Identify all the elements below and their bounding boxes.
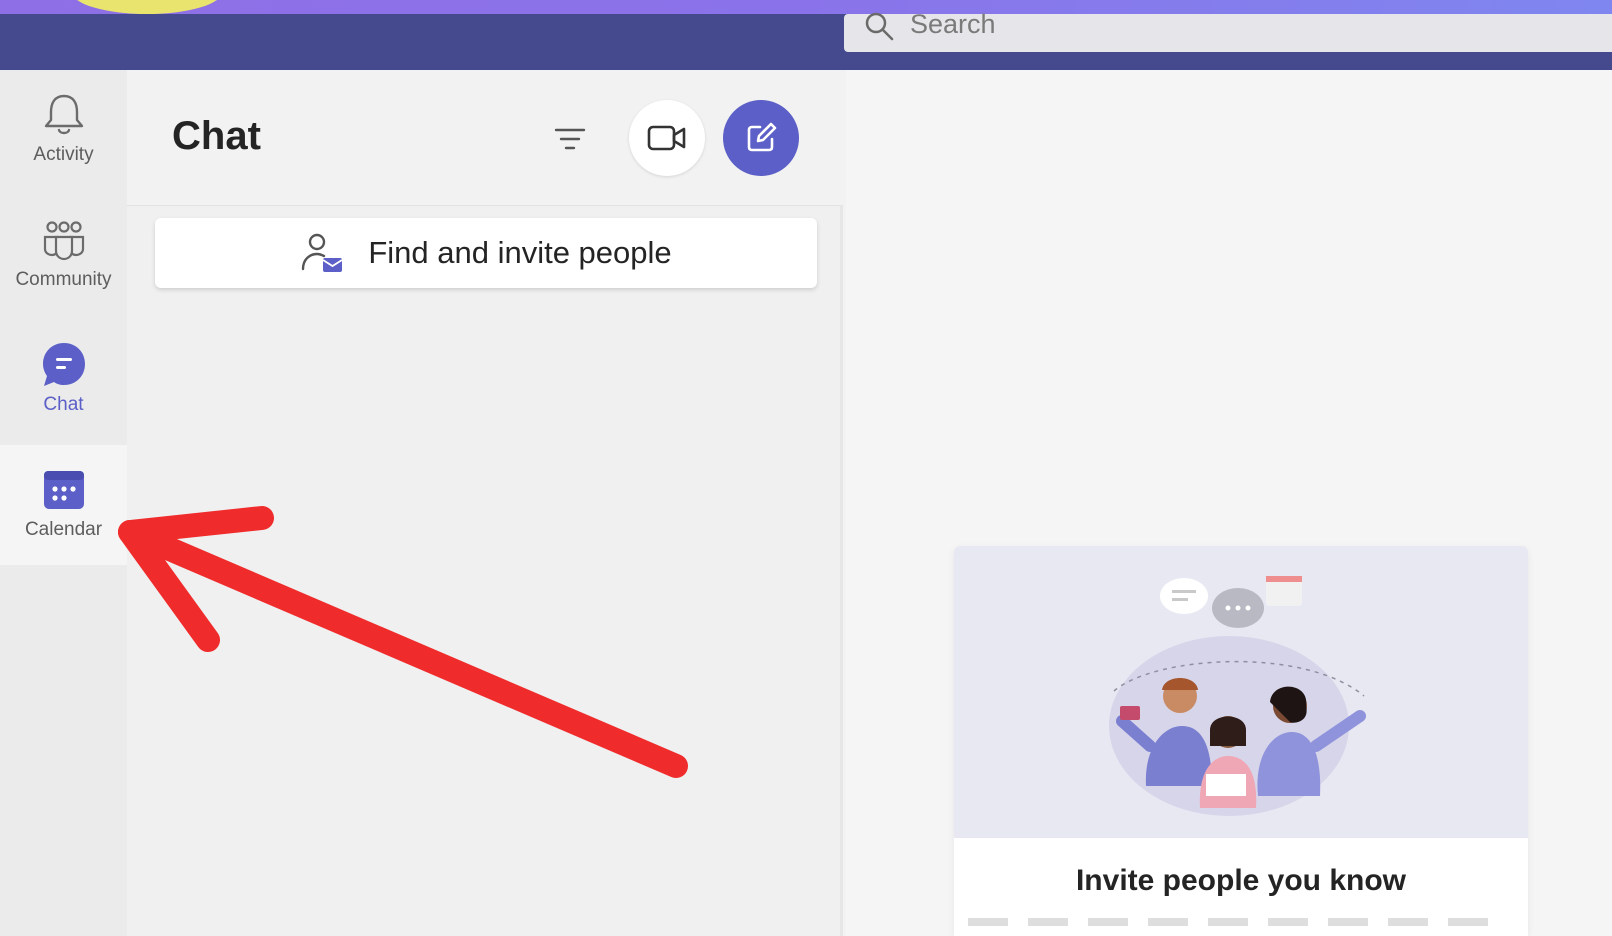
new-chat-button[interactable] — [723, 100, 799, 176]
new-chat-icon — [747, 122, 777, 152]
search-box[interactable]: Search — [844, 9, 1612, 52]
people-illustration-icon — [1109, 576, 1366, 816]
bell-icon — [44, 94, 83, 135]
community-icon — [43, 221, 84, 261]
rail-item-activity[interactable]: Activity — [0, 70, 127, 190]
invite-card: Invite people you know — [954, 546, 1528, 936]
rail-item-community[interactable]: Community — [0, 195, 127, 315]
video-camera-icon — [647, 125, 686, 151]
rail-label-activity: Activity — [33, 144, 94, 165]
invite-person-icon — [302, 233, 343, 272]
top-accent-strip — [0, 0, 1612, 14]
app-rail: Activity Community Chat Calendar — [0, 70, 127, 936]
invite-illustration — [954, 546, 1528, 838]
find-invite-people-label: Find and invite people — [368, 235, 672, 270]
rail-item-chat[interactable]: Chat — [0, 320, 127, 440]
rail-label-community: Community — [15, 269, 112, 290]
calendar-icon — [43, 471, 84, 509]
filter-icon — [554, 128, 586, 150]
chat-icon — [42, 343, 85, 386]
find-invite-people-button[interactable]: Find and invite people — [155, 218, 817, 288]
chat-header: Chat — [127, 70, 843, 206]
rail-item-calendar[interactable]: Calendar — [0, 445, 127, 565]
rail-label-chat: Chat — [43, 394, 84, 415]
search-icon — [865, 12, 894, 41]
filter-button[interactable] — [547, 116, 593, 162]
card-title: Invite people you know — [1075, 864, 1407, 897]
page-title: Chat — [172, 114, 261, 158]
search-placeholder: Search — [910, 8, 996, 39]
video-call-button[interactable] — [629, 100, 705, 176]
chat-panel: Chat — [127, 70, 843, 936]
decorative-blob — [72, 0, 222, 14]
card-subtext-fragment — [968, 918, 1508, 926]
rail-label-calendar: Calendar — [24, 519, 103, 540]
